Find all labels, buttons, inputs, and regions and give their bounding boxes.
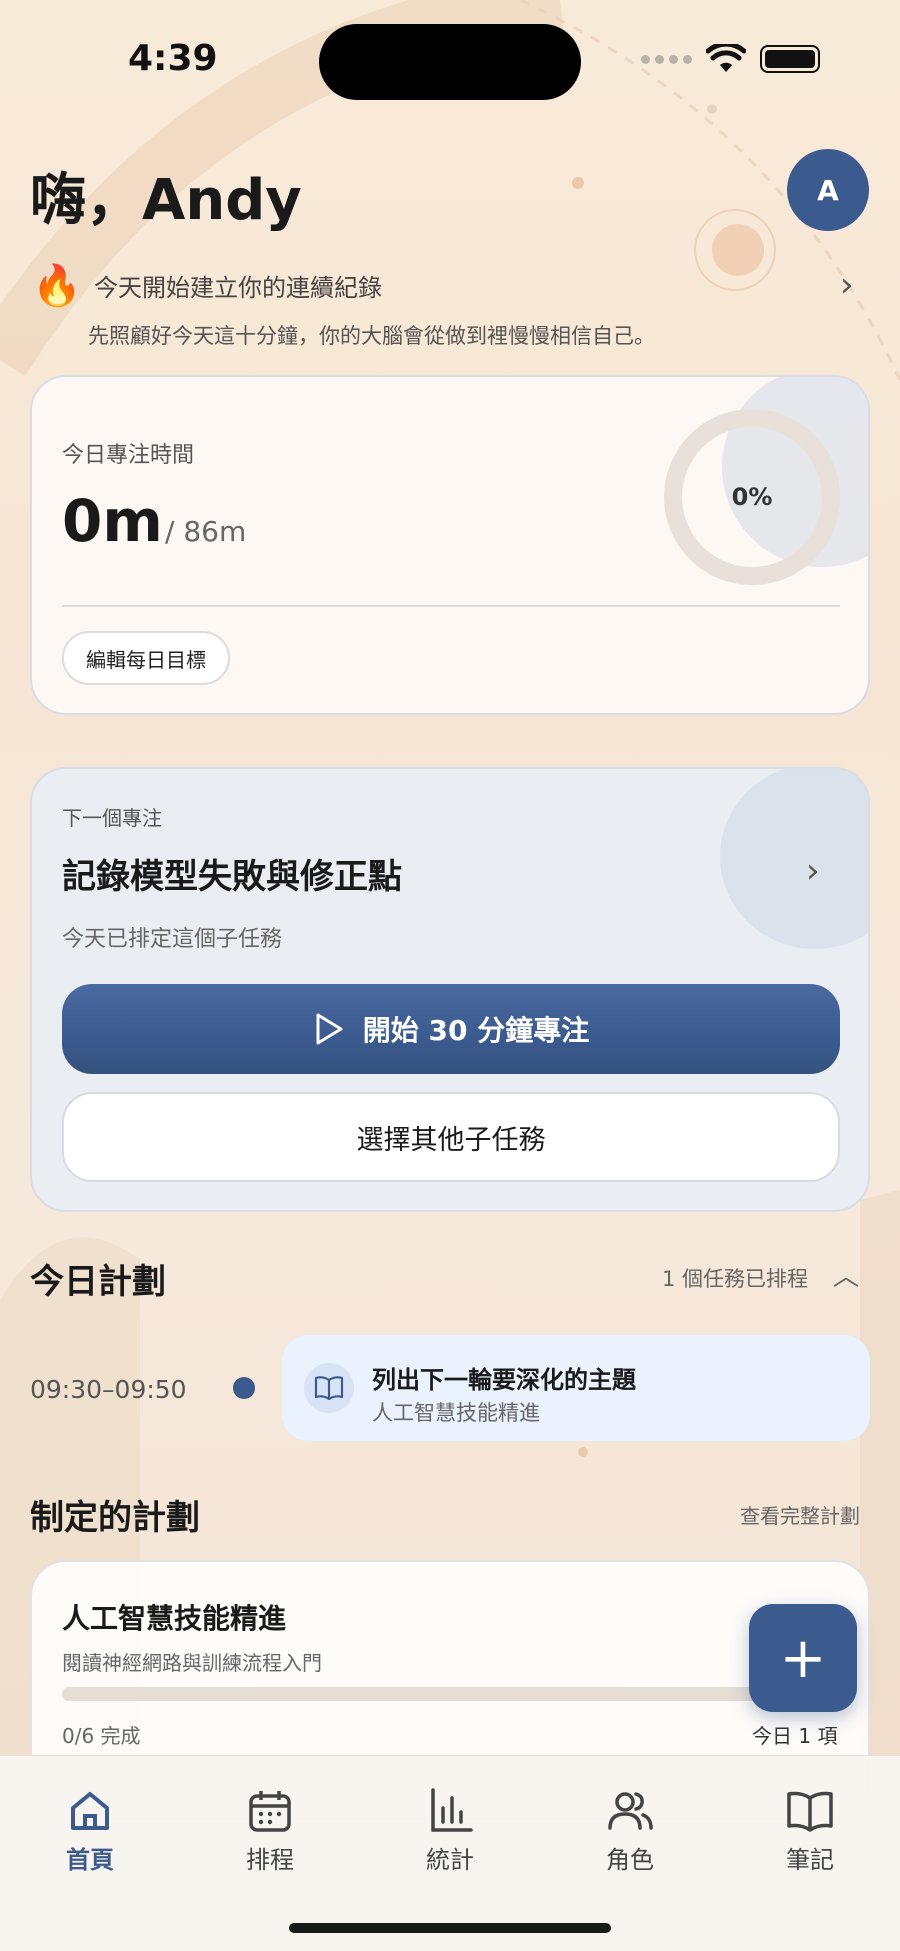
plan-progress-bar — [62, 1687, 802, 1701]
add-button[interactable]: + — [749, 1604, 857, 1712]
tab-label: 統計 — [426, 1846, 474, 1874]
choose-subtask-button[interactable]: 選擇其他子任務 — [62, 1092, 840, 1182]
book-icon — [304, 1363, 354, 1413]
tab-notes[interactable]: 筆記 — [750, 1786, 870, 1875]
play-icon — [316, 1013, 343, 1045]
tab-label: 首頁 — [66, 1846, 114, 1874]
people-icon — [608, 1792, 653, 1830]
stats-icon — [431, 1788, 473, 1832]
book-icon — [787, 1791, 833, 1832]
next-focus-subtitle: 今天已排定這個子任務 — [62, 927, 283, 952]
calendar-icon — [249, 1791, 291, 1832]
plan-subtitle: 閱讀神經網路與訓練流程入門 — [62, 1651, 322, 1675]
chevron-up-icon[interactable]: ︿ — [833, 1256, 859, 1293]
status-icons — [641, 44, 820, 74]
view-full-plan-link[interactable]: 查看完整計劃 — [740, 1500, 860, 1529]
home-icon — [71, 1792, 109, 1830]
focus-label: 今日專注時間 — [62, 443, 195, 468]
start-focus-label: 開始 30 分鐘專注 — [362, 1014, 590, 1047]
task-subtitle: 人工智慧技能精進 — [372, 1401, 540, 1425]
tab-bar: 首頁 排程 統計 角色 筆記 — [0, 1755, 900, 1951]
edit-daily-goal-button[interactable]: 編輯每日目標 — [62, 631, 230, 685]
divider — [62, 605, 840, 607]
tab-label: 排程 — [246, 1846, 294, 1874]
schedule-time: 09:30–09:50 — [30, 1375, 187, 1404]
status-time: 4:39 — [128, 38, 218, 79]
next-focus-label: 下一個專注 — [62, 806, 162, 830]
streak-subtitle: 先照顧好今天這十分鐘，你的大腦會從做到裡慢慢相信自己。 — [88, 324, 655, 348]
plan-today-count: 今日 1 項 — [752, 1724, 838, 1748]
wifi-icon — [706, 44, 746, 72]
next-focus-card: 下一個專注 記錄模型失敗與修正點 › 今天已排定這個子任務 開始 30 分鐘專注… — [30, 767, 870, 1212]
plans-title: 制定的計劃 — [30, 1498, 200, 1538]
tab-stats[interactable]: 統計 — [390, 1786, 510, 1875]
plan-title: 人工智慧技能精進 — [62, 1602, 287, 1635]
fire-icon: 🔥 — [32, 263, 82, 309]
today-plan-count: 1 個任務已排程 — [662, 1267, 809, 1291]
start-focus-button[interactable]: 開始 30 分鐘專注 — [62, 984, 840, 1074]
greeting-title: 嗨，Andy — [30, 168, 302, 233]
chevron-right-icon[interactable]: › — [840, 265, 854, 305]
focus-time-card: 今日專注時間 0m / 86m 0% 編輯每日目標 — [30, 375, 870, 715]
scheduled-task-card[interactable]: 列出下一輪要深化的主題 人工智慧技能精進 — [282, 1335, 870, 1441]
plan-progress-text: 0/6 完成 — [62, 1724, 141, 1748]
decor-circle — [720, 769, 868, 949]
next-focus-title[interactable]: 記錄模型失敗與修正點 — [62, 849, 402, 898]
tab-label: 筆記 — [786, 1846, 834, 1874]
avatar[interactable]: A — [787, 149, 869, 231]
tab-roles[interactable]: 角色 — [570, 1786, 690, 1875]
progress-percent: 0% — [731, 483, 773, 511]
timeline-dot — [233, 1377, 255, 1399]
focus-goal: / 86m — [165, 515, 247, 548]
home-indicator — [289, 1923, 611, 1933]
battery-icon — [760, 45, 820, 73]
today-plan-title: 今日計劃 — [30, 1262, 166, 1302]
chevron-right-icon[interactable]: › — [806, 851, 820, 891]
tab-home[interactable]: 首頁 — [30, 1786, 150, 1875]
task-title: 列出下一輪要深化的主題 — [372, 1366, 636, 1394]
tab-label: 角色 — [606, 1846, 654, 1874]
dynamic-island — [319, 24, 581, 100]
focus-value: 0m — [62, 487, 163, 555]
tab-schedule[interactable]: 排程 — [210, 1786, 330, 1875]
signal-icon — [641, 54, 692, 64]
streak-title[interactable]: 今天開始建立你的連續紀錄 — [94, 268, 382, 303]
